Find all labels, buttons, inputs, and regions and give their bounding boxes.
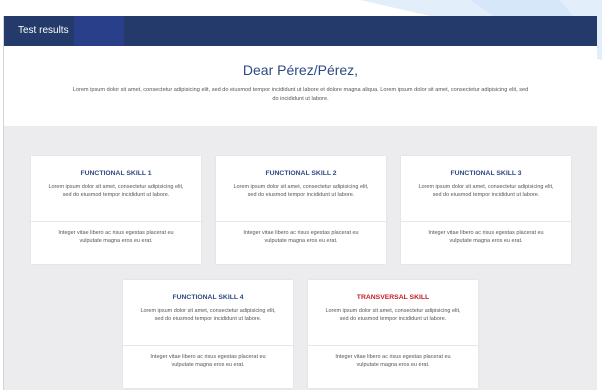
skill-card-footer: Integer vitae libero ac risus egestas pl… <box>58 230 174 245</box>
skill-card-transversal[interactable]: TRANSVERSAL SKILL Lorem ipsum dolor sit … <box>308 280 478 388</box>
skill-card-description: Lorem ipsum dolor sit amet, consectetur … <box>325 308 461 323</box>
card-divider <box>308 345 478 346</box>
skills-grid: FUNCTIONAL SKILL 1 Lorem ipsum dolor sit… <box>4 126 597 390</box>
skill-card-footer: Integer vitae libero ac risus egestas pl… <box>150 354 266 369</box>
skill-card-title: TRANSVERSAL SKILL <box>356 294 430 301</box>
skill-card-description: Lorem ipsum dolor sit amet, consectetur … <box>48 184 184 199</box>
test-results-window: Test results Dear Pérez/Pérez, Lorem ips… <box>3 16 597 390</box>
skill-card-footer: Integer vitae libero ac risus egestas pl… <box>335 354 451 369</box>
skill-card-title: FUNCTIONAL SKILL 3 <box>450 170 522 177</box>
greeting-panel: Dear Pérez/Pérez, Lorem ipsum dolor sit … <box>4 46 597 126</box>
skill-card-description: Lorem ipsum dolor sit amet, consectetur … <box>140 308 276 323</box>
card-divider <box>123 345 293 346</box>
skill-card-title: FUNCTIONAL SKILL 4 <box>172 294 244 301</box>
skill-card-description: Lorem ipsum dolor sit amet, consectetur … <box>233 184 369 199</box>
greeting-heading: Dear Pérez/Pérez, <box>242 62 359 78</box>
skill-card-functional-1[interactable]: FUNCTIONAL SKILL 1 Lorem ipsum dolor sit… <box>31 156 201 264</box>
skill-card-functional-2[interactable]: FUNCTIONAL SKILL 2 Lorem ipsum dolor sit… <box>216 156 386 264</box>
window-titlebar: Test results <box>4 16 597 46</box>
intro-text: Lorem ipsum dolor sit amet, consectetur … <box>72 87 529 102</box>
skill-card-description: Lorem ipsum dolor sit amet, consectetur … <box>418 184 554 199</box>
skill-card-functional-3[interactable]: FUNCTIONAL SKILL 3 Lorem ipsum dolor sit… <box>401 156 571 264</box>
skill-card-footer: Integer vitae libero ac risus egestas pl… <box>428 230 544 245</box>
card-divider <box>401 221 571 222</box>
skill-card-title: FUNCTIONAL SKILL 1 <box>80 170 152 177</box>
skill-card-footer: Integer vitae libero ac risus egestas pl… <box>243 230 359 245</box>
card-divider <box>216 221 386 222</box>
skill-card-functional-4[interactable]: FUNCTIONAL SKILL 4 Lorem ipsum dolor sit… <box>123 280 293 388</box>
skill-card-title: FUNCTIONAL SKILL 2 <box>265 170 337 177</box>
window-title: Test results <box>4 16 142 46</box>
card-divider <box>31 221 201 222</box>
